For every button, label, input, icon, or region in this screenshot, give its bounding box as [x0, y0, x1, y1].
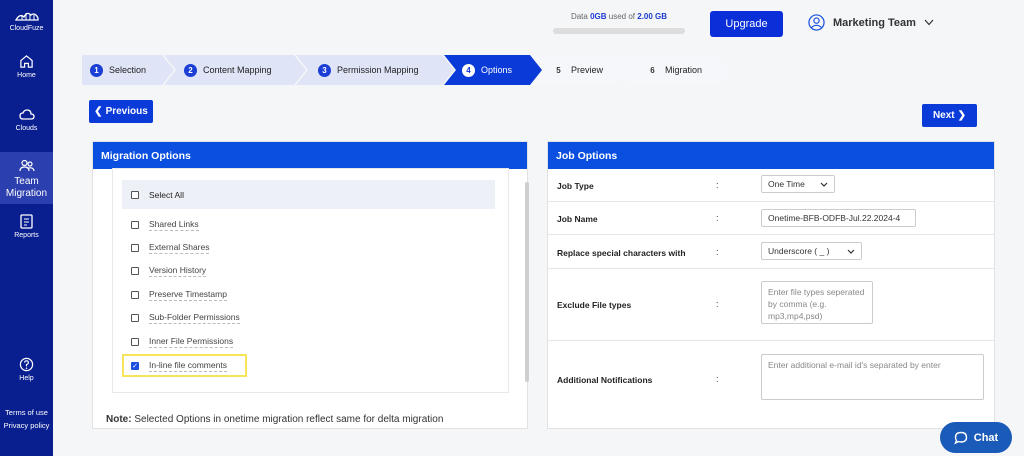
- select-all-label: Select All: [149, 189, 184, 200]
- option-sub-folder-permissions[interactable]: Sub-Folder Permissions: [131, 312, 240, 324]
- options-list: Select All: [122, 180, 495, 209]
- replace-chars-label: Replace special characters with: [557, 248, 686, 258]
- option-inner-file-permissions[interactable]: Inner File Permissions: [131, 336, 234, 348]
- step-content-mapping[interactable]: 2 Content Mapping: [164, 55, 306, 85]
- sidebar: CloudFuze Home Clouds Team Migration Rep…: [0, 0, 53, 456]
- exclude-file-types-input[interactable]: Enter file types seperated by comma (e.g…: [761, 281, 873, 324]
- step-number: 2: [184, 63, 197, 77]
- home-icon: [20, 55, 33, 68]
- sidebar-item-label: Clouds: [15, 125, 38, 132]
- job-options-title: Job Options: [548, 142, 994, 169]
- option-label: Sub-Folder Permissions: [149, 312, 240, 324]
- sidebar-item-clouds[interactable]: Clouds: [0, 108, 53, 132]
- option-checkbox[interactable]: [131, 291, 139, 299]
- chevron-right-icon: ❯: [957, 110, 967, 121]
- data-usage-bar: [553, 28, 685, 34]
- sidebar-item-help[interactable]: Help: [0, 357, 53, 382]
- step-label: Content Mapping: [203, 65, 272, 75]
- user-menu[interactable]: Marketing Team: [808, 14, 934, 31]
- chevron-down-icon: [820, 182, 828, 187]
- option-preserve-timestamp[interactable]: Preserve Timestamp: [131, 289, 227, 301]
- help-icon: [19, 357, 34, 372]
- option-label: External Shares: [149, 242, 210, 254]
- next-button[interactable]: Next ❯: [922, 104, 977, 127]
- option-checkbox[interactable]: [131, 244, 139, 252]
- highlight-box: [122, 354, 247, 377]
- migration-options-title: Migration Options: [93, 142, 527, 169]
- select-all-row[interactable]: Select All: [122, 180, 495, 209]
- migration-note: Note: Selected Options in onetime migrat…: [106, 414, 444, 425]
- cloudfuze-logo-icon: [14, 12, 39, 21]
- step-number: 5: [556, 65, 561, 75]
- step-label: Selection: [109, 65, 147, 75]
- options-scrollbar[interactable]: [525, 182, 529, 382]
- terms-link[interactable]: Terms of use: [0, 406, 53, 419]
- chevron-left-icon: ❮: [94, 106, 103, 117]
- select-all-checkbox[interactable]: [131, 190, 139, 199]
- option-checkbox[interactable]: [131, 221, 139, 229]
- chat-button[interactable]: Chat: [940, 422, 1012, 453]
- step-preview[interactable]: 5 Preview: [532, 55, 632, 85]
- sidebar-item-label: Reports: [14, 232, 39, 239]
- step-permission-mapping[interactable]: 3 Permission Mapping: [296, 55, 454, 85]
- option-label: Preserve Timestamp: [149, 289, 227, 301]
- step-migration[interactable]: 6 Migration: [622, 55, 732, 85]
- step-number: 1: [90, 63, 103, 77]
- team-icon: [18, 159, 35, 172]
- option-label: Inner File Permissions: [149, 336, 234, 348]
- option-shared-links[interactable]: Shared Links: [131, 219, 199, 231]
- option-external-shares[interactable]: External Shares: [131, 242, 210, 254]
- wizard-steps: 1 Selection 2 Content Mapping 3 Permission …: [82, 55, 742, 85]
- additional-notifications-input[interactable]: Enter additional e-mail id's separated b…: [761, 354, 984, 400]
- sidebar-item-label: Team Migration: [5, 176, 48, 199]
- sidebar-footer: Terms of use Privacy policy: [0, 406, 53, 432]
- job-name-input[interactable]: Onetime-BFB-ODFB-Jul.22.2024-4: [761, 209, 916, 227]
- data-used-value: 0GB: [590, 12, 607, 21]
- step-options[interactable]: 4 Options: [444, 55, 542, 85]
- sidebar-item-team-migration[interactable]: Team Migration: [0, 152, 53, 204]
- user-icon: [808, 14, 825, 31]
- step-number: 6: [650, 65, 655, 75]
- step-number: 3: [318, 63, 331, 77]
- upgrade-button[interactable]: Upgrade: [710, 11, 783, 37]
- step-label: Migration: [665, 65, 703, 75]
- step-selection[interactable]: 1 Selection: [82, 55, 174, 85]
- user-name: Marketing Team: [833, 16, 916, 29]
- option-checkbox[interactable]: [131, 338, 139, 346]
- job-name-label: Job Name: [557, 214, 598, 224]
- cloud-icon: [18, 109, 35, 120]
- reports-icon: [20, 214, 33, 229]
- data-total-value: 2.00 GB: [637, 12, 668, 21]
- privacy-link[interactable]: Privacy policy: [0, 419, 53, 432]
- data-usage-text: Data 0GB used of 2.00 GB: [570, 12, 668, 21]
- option-checkbox[interactable]: [131, 267, 139, 275]
- option-version-history[interactable]: Version History: [131, 265, 207, 277]
- option-label: Shared Links: [149, 219, 199, 231]
- additional-notifications-label: Additional Notifications: [557, 375, 653, 385]
- option-label: Version History: [149, 265, 207, 277]
- sidebar-item-label: Help: [19, 375, 34, 382]
- step-label: Options: [481, 65, 513, 75]
- job-type-select[interactable]: One Time: [761, 175, 835, 193]
- option-checkbox[interactable]: [131, 314, 139, 322]
- chevron-down-icon: [924, 19, 934, 26]
- job-type-label: Job Type: [557, 181, 594, 191]
- sidebar-item-label: Home: [17, 72, 36, 79]
- chevron-down-icon: [847, 249, 855, 254]
- step-label: Permission Mapping: [337, 65, 419, 75]
- step-label: Preview: [571, 65, 604, 75]
- chat-icon: [953, 431, 967, 444]
- sidebar-item-reports[interactable]: Reports: [0, 214, 53, 239]
- step-number: 4: [462, 63, 475, 77]
- brand-logo[interactable]: CloudFuze: [0, 9, 53, 32]
- previous-button[interactable]: ❮ Previous: [89, 100, 153, 123]
- exclude-file-types-label: Exclude File types: [557, 300, 632, 310]
- sidebar-item-home[interactable]: Home: [0, 54, 53, 79]
- brand-name: CloudFuze: [9, 25, 44, 32]
- replace-chars-select[interactable]: Underscore ( _ ): [761, 242, 862, 260]
